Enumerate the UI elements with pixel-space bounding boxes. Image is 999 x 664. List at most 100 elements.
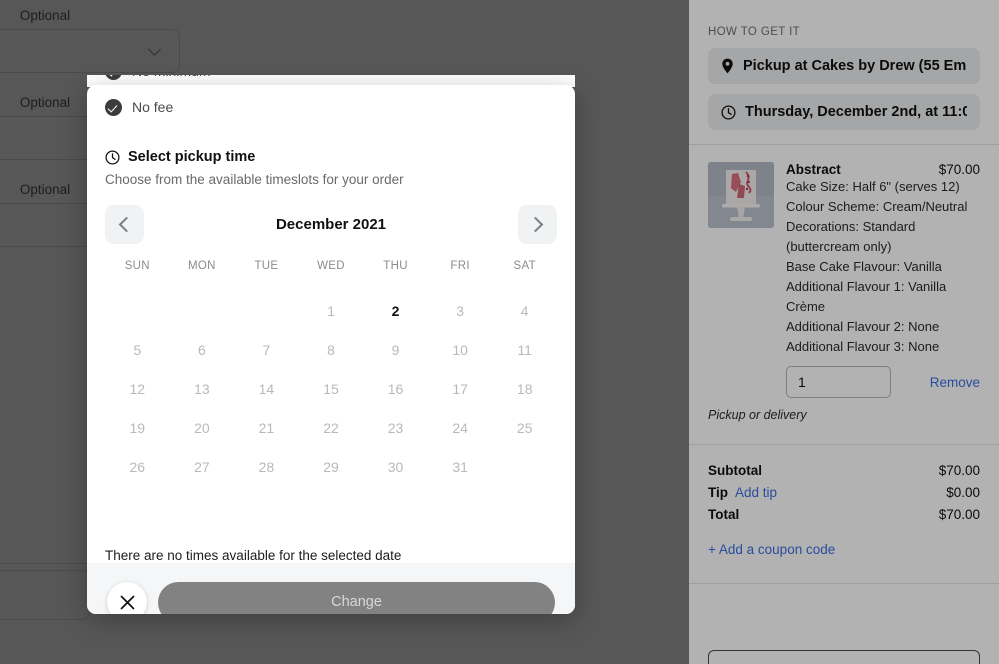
modal-footer: Change bbox=[87, 563, 575, 614]
calendar-day-blank bbox=[299, 487, 364, 526]
add-tip-link[interactable]: Add tip bbox=[735, 485, 777, 500]
cart-item-option: Cake Size: Half 6" (serves 12) bbox=[786, 179, 960, 194]
close-modal-button[interactable] bbox=[107, 582, 147, 614]
no-fee-option[interactable]: No fee bbox=[105, 91, 557, 123]
cart-item-details: Abstract $70.00 Cake Size: Half 6" (serv… bbox=[786, 162, 980, 399]
calendar-day-blank bbox=[105, 292, 170, 331]
no-minimum-label: No minimum bbox=[132, 75, 211, 79]
how-to-get-it-section: HOW TO GET IT Pickup at Cakes by Drew (5… bbox=[689, 0, 999, 130]
subtotal-label-group: Subtotal bbox=[708, 463, 762, 478]
calendar-weekday: THU bbox=[383, 260, 408, 272]
pickup-location-pill[interactable]: Pickup at Cakes by Drew (55 Emm… bbox=[708, 48, 980, 84]
chevron-left-icon bbox=[118, 216, 135, 233]
next-month-button[interactable] bbox=[517, 205, 557, 244]
calendar-day[interactable]: 29 bbox=[299, 448, 364, 487]
calendar-day[interactable]: 11 bbox=[492, 331, 557, 370]
calendar-month-label: December 2021 bbox=[275, 216, 387, 233]
order-summary-panel: HOW TO GET IT Pickup at Cakes by Drew (5… bbox=[689, 0, 999, 664]
calendar-day[interactable]: 23 bbox=[363, 409, 428, 448]
cart-item-option: Additional Flavour 2: None bbox=[786, 319, 940, 335]
calendar-day[interactable]: 14 bbox=[234, 370, 299, 409]
calendar-day[interactable]: 31 bbox=[428, 448, 493, 487]
calendar-day[interactable]: 25 bbox=[492, 409, 557, 448]
cart-item-options: Cake Size: Half 6" (serves 12) Colour Sc… bbox=[786, 177, 980, 357]
calendar-day[interactable]: 19 bbox=[105, 409, 170, 448]
calendar-day[interactable]: 9 bbox=[363, 331, 428, 370]
select-pickup-time-subtitle: Choose from the available timeslots for … bbox=[105, 172, 404, 187]
calendar-day[interactable]: 16 bbox=[363, 370, 428, 409]
location-pin-icon bbox=[722, 58, 733, 74]
calendar-day[interactable]: 30 bbox=[363, 448, 428, 487]
calendar-header: December 2021 bbox=[105, 205, 557, 244]
check-icon bbox=[105, 75, 122, 80]
calendar-day[interactable]: 21 bbox=[234, 409, 299, 448]
tip-label: Tip bbox=[708, 484, 728, 500]
select-pickup-time-header: Select pickup time bbox=[105, 149, 557, 165]
calendar-weekday: TUE bbox=[254, 260, 279, 272]
calendar-day[interactable]: 17 bbox=[428, 370, 493, 409]
check-icon bbox=[105, 98, 122, 116]
calendar-day[interactable]: 7 bbox=[234, 331, 299, 370]
calendar-day[interactable]: 15 bbox=[299, 370, 364, 409]
tip-row: Tip Add tip $0.00 bbox=[708, 481, 980, 503]
cart-item-title: Abstract bbox=[786, 162, 841, 177]
calendar-day[interactable]: 6 bbox=[170, 331, 235, 370]
calendar-day[interactable]: 28 bbox=[234, 448, 299, 487]
modal-body: Select pickup time Choose from the avail… bbox=[87, 133, 575, 526]
cart-item-option: Base Cake Flavour: Vanilla bbox=[786, 259, 942, 275]
abstract-cake-photo bbox=[708, 162, 774, 228]
calendar-day[interactable]: 1 bbox=[299, 292, 364, 331]
previous-month-button[interactable] bbox=[105, 205, 144, 244]
calendar-day[interactable]: 22 bbox=[299, 409, 364, 448]
cart-item-option: Colour Scheme: Cream/Neutral bbox=[786, 199, 968, 215]
calendar-day-selected[interactable]: 2 bbox=[363, 292, 428, 331]
change-button[interactable]: Change bbox=[158, 581, 555, 614]
calendar-weekday: FRI bbox=[450, 260, 470, 272]
calendar-day[interactable]: 4 bbox=[492, 292, 557, 331]
calendar-weekday: SAT bbox=[513, 260, 536, 272]
calendar-weekday: SUN bbox=[124, 260, 150, 272]
calendar-days-grid: 1 2 3 4 5 6 7 8 9 10 11 12 13 14 15 16 17 18 19 20 21 22 23 24 2… bbox=[105, 292, 557, 526]
clock-icon bbox=[105, 149, 120, 165]
total-value: $70.00 bbox=[938, 506, 980, 522]
quantity-input[interactable]: 1 bbox=[786, 366, 891, 399]
calendar-day[interactable]: 8 bbox=[299, 331, 364, 370]
calendar-day-blank bbox=[234, 487, 299, 526]
pickup-time-pill[interactable]: Thursday, December 2nd, at 11:00 … bbox=[708, 94, 980, 130]
calendar-day[interactable]: 5 bbox=[105, 331, 170, 370]
remove-item-link[interactable]: Remove bbox=[930, 375, 980, 390]
total-row: Total $70.00 bbox=[708, 503, 980, 525]
summary-bottom-card[interactable] bbox=[708, 650, 980, 664]
cake-thumbnail bbox=[708, 162, 774, 228]
pickup-location-text: Pickup at Cakes by Drew (55 Emm… bbox=[743, 58, 967, 74]
total-label-group: Total bbox=[708, 507, 739, 522]
calendar-day[interactable]: 27 bbox=[170, 448, 235, 487]
clock-icon bbox=[721, 104, 736, 120]
calendar-day[interactable]: 18 bbox=[492, 370, 557, 409]
calendar-day[interactable]: 20 bbox=[170, 409, 235, 448]
calendar-weekday: WED bbox=[317, 260, 345, 272]
add-coupon-link[interactable]: + Add a coupon code bbox=[708, 525, 980, 557]
subtotal-row: Subtotal $70.00 bbox=[708, 459, 980, 481]
select-pickup-time-title: Select pickup time bbox=[128, 149, 256, 165]
chevron-right-icon bbox=[527, 216, 544, 233]
calendar-day-blank bbox=[105, 487, 170, 526]
calendar-day[interactable]: 24 bbox=[428, 409, 493, 448]
calendar-day[interactable]: 12 bbox=[105, 370, 170, 409]
calendar-day[interactable]: 26 bbox=[105, 448, 170, 487]
no-times-message: There are no times available for the sel… bbox=[105, 548, 402, 563]
no-fee-label: No fee bbox=[132, 99, 174, 115]
summary-divider-3 bbox=[689, 583, 999, 585]
calendar-day-blank bbox=[170, 487, 235, 526]
total-label: Total bbox=[708, 506, 740, 522]
cart-item-option: Additional Flavour 3: None bbox=[786, 339, 940, 355]
cart-item-option: Decorations: Standard (buttercream only) bbox=[786, 219, 916, 255]
tip-value: $0.00 bbox=[946, 484, 980, 500]
calendar-day[interactable]: 3 bbox=[428, 292, 493, 331]
calendar-weekday: MON bbox=[187, 260, 216, 272]
calendar-weekday-row: SUN MON TUE WED THU FRI SAT bbox=[105, 260, 557, 276]
cart-item-option: Additional Flavour 1: Vanilla Crème bbox=[786, 279, 947, 315]
calendar-day[interactable]: 13 bbox=[170, 370, 235, 409]
app-root: Optional Optional Optional ge NSW bbox=[0, 0, 999, 664]
calendar-day[interactable]: 10 bbox=[428, 331, 493, 370]
